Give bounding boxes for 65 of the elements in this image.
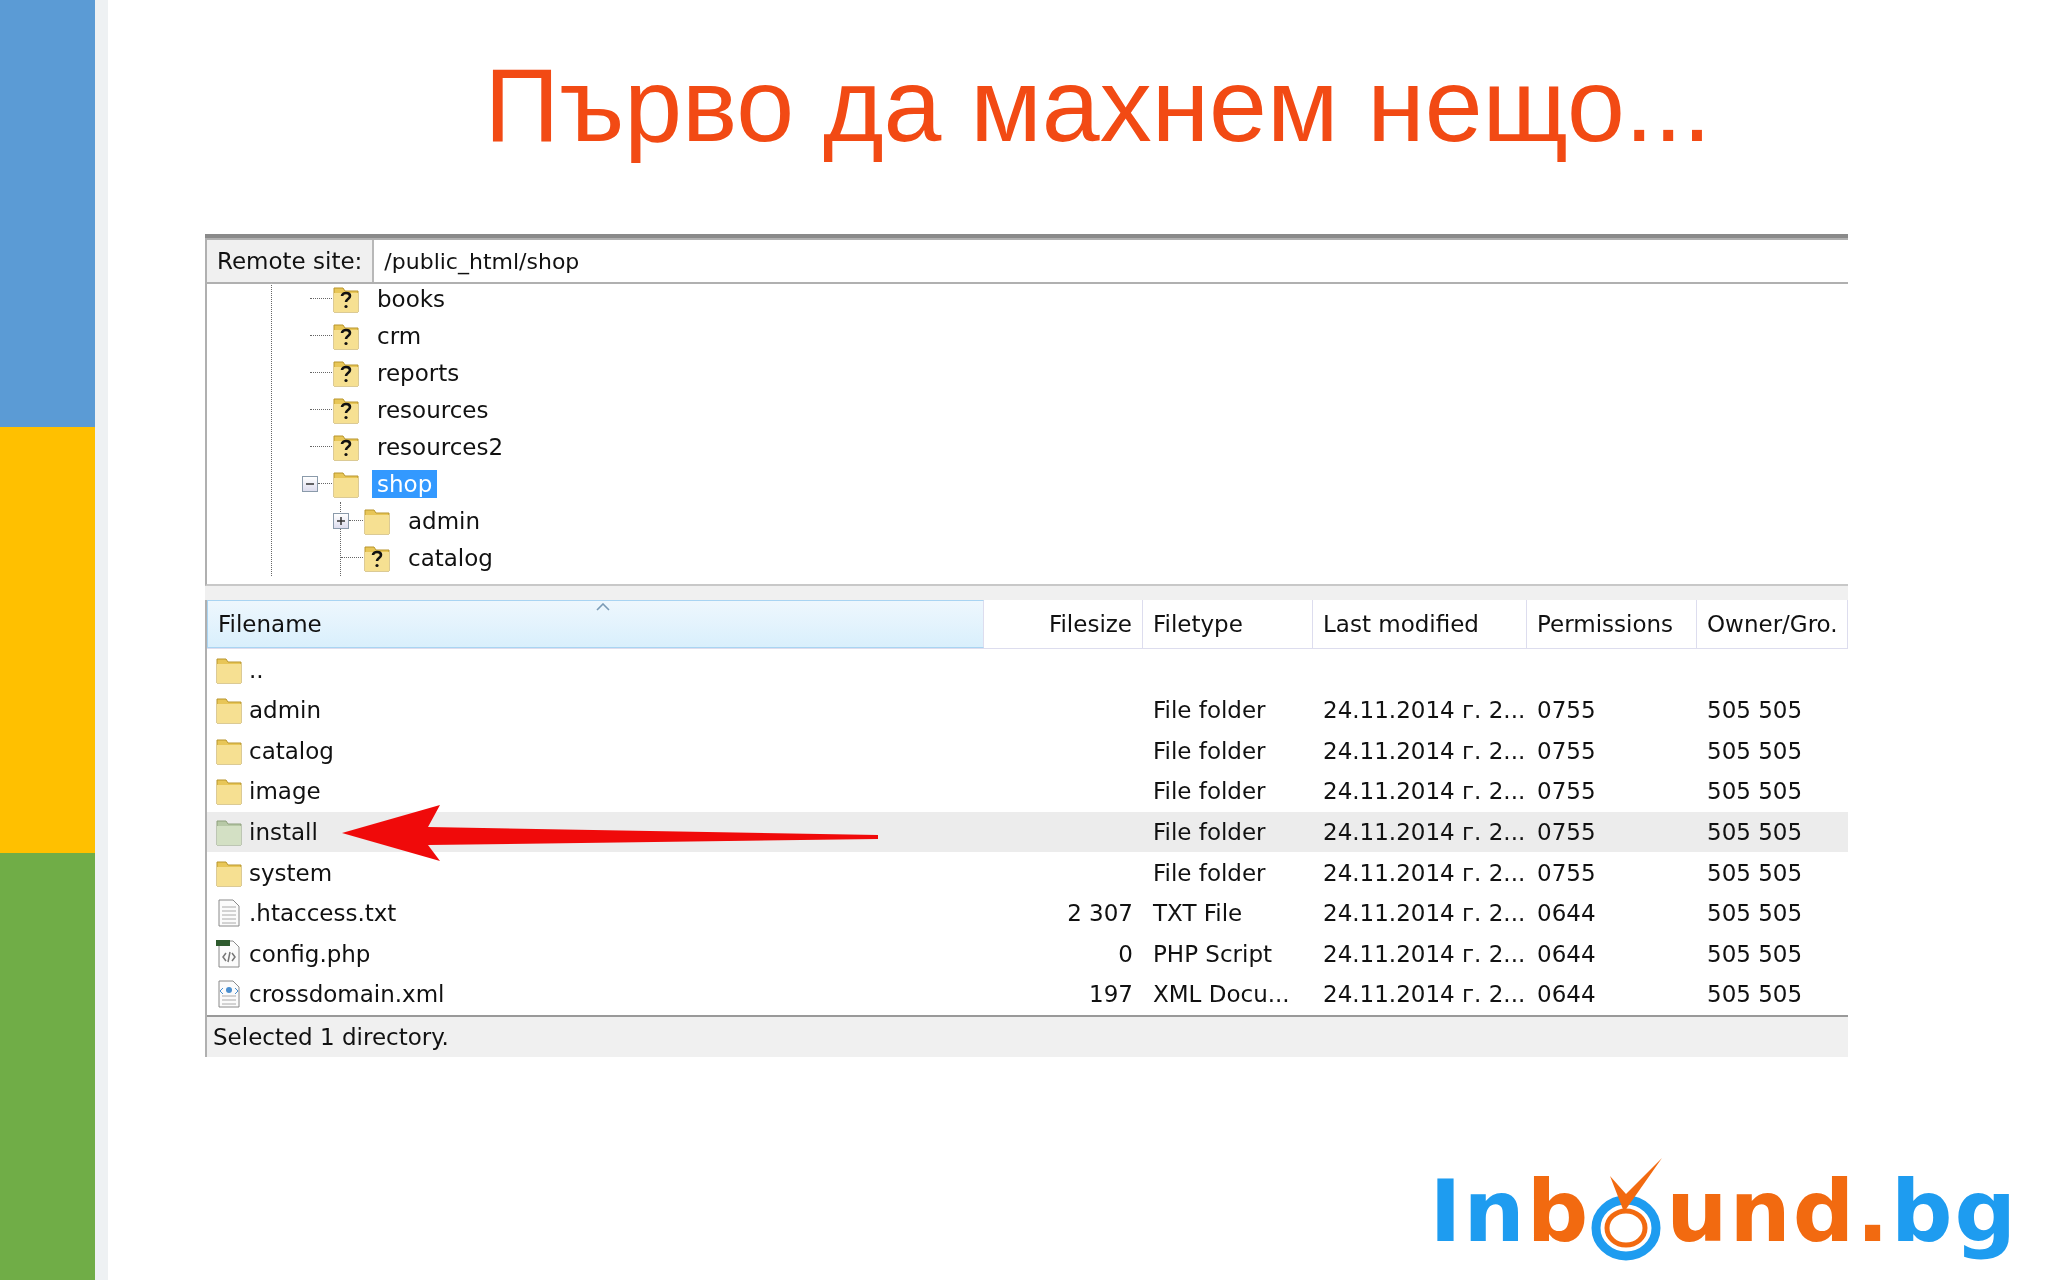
table-cell: 0755	[1537, 859, 1596, 886]
table-cell: 505 505	[1707, 859, 1803, 886]
table-cell: File folder	[1153, 819, 1266, 846]
table-cell: 0644	[1537, 981, 1596, 1008]
status-bar: Selected 1 directory.	[207, 1014, 1848, 1057]
table-cell: XML Docu...	[1153, 981, 1290, 1008]
file-name: system	[249, 859, 333, 886]
slide-title: Първо да махнем нещо...	[483, 48, 1712, 163]
table-cell: 505 505	[1707, 778, 1803, 805]
table-cell: File folder	[1153, 778, 1266, 805]
table-cell: 24.11.2014 г. 2...	[1323, 940, 1526, 967]
file-name: config.php	[249, 940, 371, 967]
table-cell: 0755	[1537, 819, 1596, 846]
folder-icon	[215, 695, 243, 726]
table-cell: 24.11.2014 г. 2...	[1323, 900, 1526, 927]
table-cell: 24.11.2014 г. 2...	[1323, 697, 1526, 724]
file-name: image	[249, 778, 321, 805]
column-header[interactable]: Filename	[207, 600, 984, 649]
tree-item[interactable]: resources2	[372, 432, 509, 461]
folder-icon	[215, 776, 243, 807]
table-cell: File folder	[1153, 737, 1266, 764]
file-name: crossdomain.xml	[249, 981, 445, 1008]
table-cell: 2 307	[1067, 900, 1133, 927]
expand-icon[interactable]	[333, 512, 349, 529]
table-cell: 0755	[1537, 778, 1596, 805]
file-name: admin	[249, 697, 322, 724]
table-cell: 0755	[1537, 737, 1596, 764]
table-cell: 0644	[1537, 940, 1596, 967]
tree-item[interactable]: crm	[372, 321, 427, 350]
sort-icon	[595, 603, 610, 612]
table-cell: 24.11.2014 г. 2...	[1323, 981, 1526, 1008]
file-name: install	[249, 819, 318, 846]
file-name: .htaccess.txt	[249, 900, 397, 927]
tree-item[interactable]: catalog	[403, 543, 498, 572]
tree-item[interactable]: resources	[372, 395, 494, 424]
table-cell: 24.11.2014 г. 2...	[1323, 859, 1526, 886]
script-file-icon	[215, 938, 243, 969]
unknown-folder-icon	[332, 284, 360, 314]
table-cell: 505 505	[1707, 981, 1803, 1008]
table-cell: 0644	[1537, 900, 1596, 927]
table-cell: 505 505	[1707, 940, 1803, 967]
file-name: ..	[249, 656, 264, 683]
xml-file-icon	[215, 979, 243, 1010]
table-cell: File folder	[1153, 859, 1266, 886]
table-cell: 505 505	[1707, 900, 1803, 927]
table-cell: TXT File	[1153, 900, 1243, 927]
table-cell: PHP Script	[1153, 940, 1273, 967]
logo: Inb und.bg	[1429, 1156, 2018, 1266]
table-cell: 505 505	[1707, 819, 1803, 846]
table-cell: File folder	[1153, 697, 1266, 724]
table-cell: 24.11.2014 г. 2...	[1323, 737, 1526, 764]
folder-icon	[215, 817, 243, 848]
table-cell: 197	[1089, 981, 1133, 1008]
table-cell: 505 505	[1707, 737, 1803, 764]
tree-item[interactable]: reports	[372, 358, 465, 387]
tree-item[interactable]: admin	[403, 506, 486, 535]
table-cell: 505 505	[1707, 697, 1803, 724]
collapse-icon[interactable]	[302, 475, 318, 492]
file-name: catalog	[249, 737, 334, 764]
table-cell: 0755	[1537, 697, 1596, 724]
table-cell: 24.11.2014 г. 2...	[1323, 819, 1526, 846]
text-file-icon	[215, 898, 243, 929]
table-cell: 24.11.2014 г. 2...	[1323, 778, 1526, 805]
table-cell: 0	[1118, 940, 1133, 967]
tree-item[interactable]: books	[372, 284, 451, 313]
